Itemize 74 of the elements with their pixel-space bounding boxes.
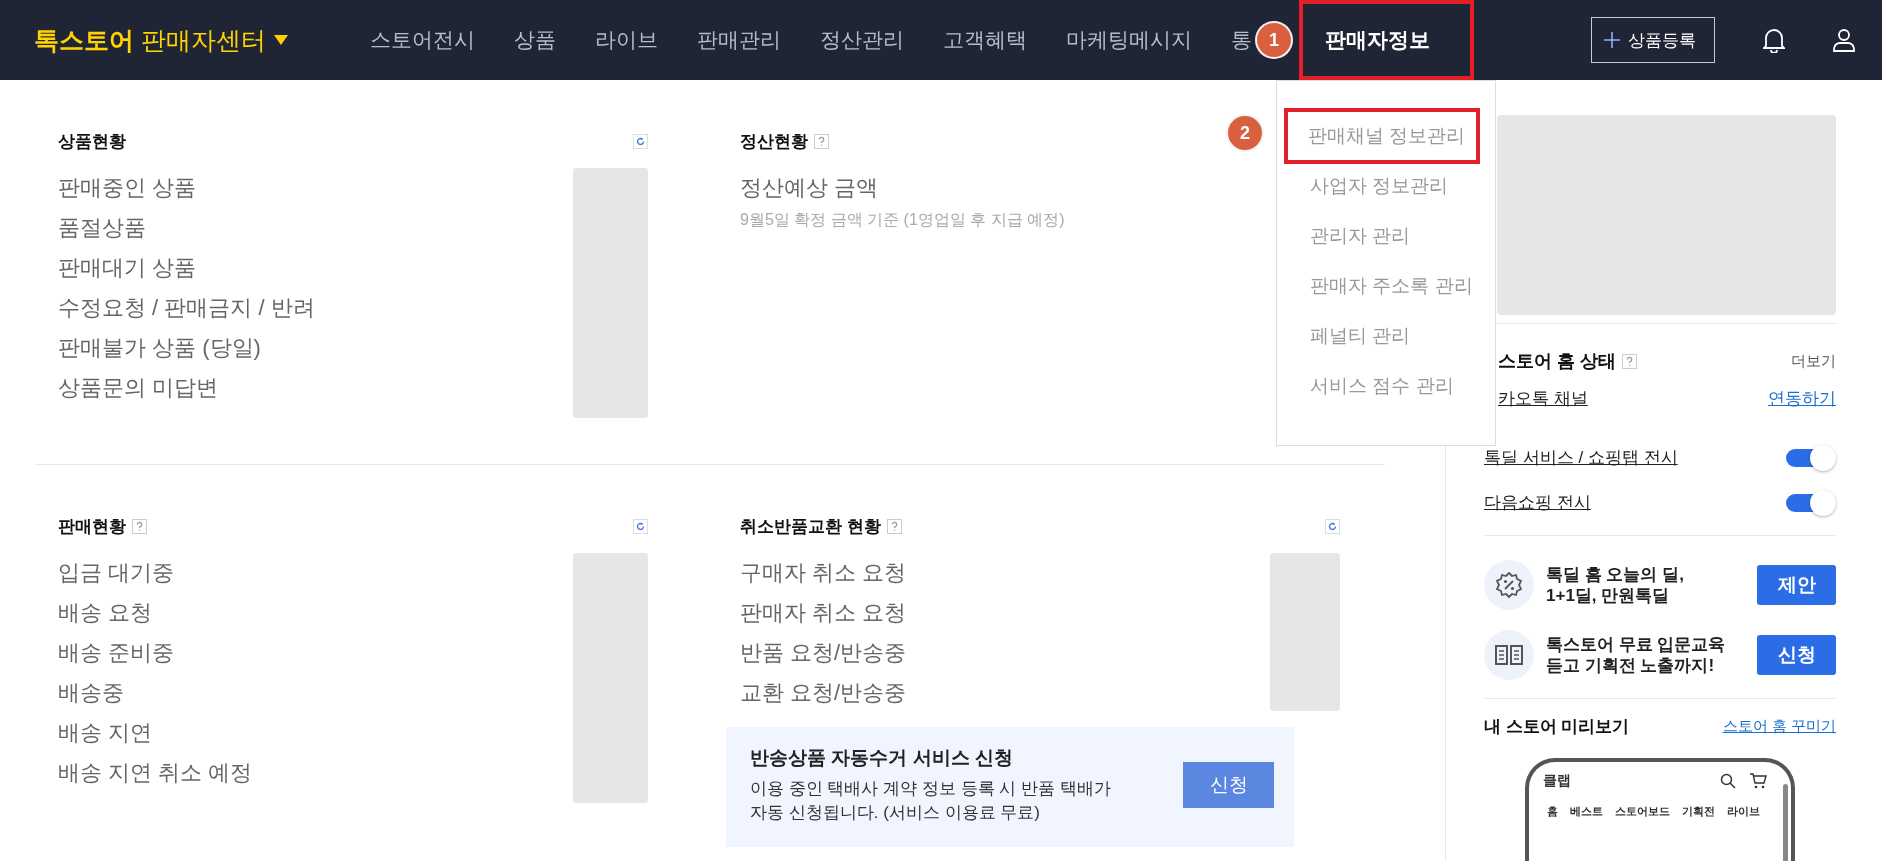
- caret-icon[interactable]: [273, 35, 288, 45]
- setting-label[interactable]: 다음쇼핑 전시: [1484, 491, 1591, 514]
- status-link[interactable]: 입금 대기중: [58, 553, 253, 593]
- nav-tab[interactable]: 판매관리: [697, 26, 781, 54]
- note-text: 9월5일 확정 금액 기준 (1영업일 후 지급 예정): [740, 210, 1065, 230]
- setting-label[interactable]: 카오톡 채널: [1498, 387, 1588, 410]
- section-title: 정산현황: [740, 130, 808, 153]
- section-title: 내 스토어 미리보기: [1484, 716, 1630, 738]
- status-link[interactable]: 배송 요청: [58, 593, 253, 633]
- plus-icon: [1604, 32, 1620, 48]
- search-icon: [1720, 773, 1736, 789]
- setting-label[interactable]: 톡딜 서비스 / 쇼핑탭 전시: [1484, 446, 1678, 469]
- user-icon[interactable]: [1833, 28, 1855, 52]
- status-link[interactable]: 판매자 취소 요청: [740, 593, 907, 633]
- refresh-icon[interactable]: [633, 518, 648, 534]
- book-icon: [1494, 643, 1524, 667]
- register-product-button[interactable]: 상품등록: [1591, 17, 1715, 63]
- status-link[interactable]: 판매중인 상품: [58, 168, 315, 208]
- nav-tab[interactable]: 판매자정보: [1299, 0, 1474, 80]
- status-link[interactable]: 판매대기 상품: [58, 248, 315, 288]
- refresh-icon[interactable]: [1325, 518, 1340, 534]
- nav-tab[interactable]: 스토어전시: [370, 26, 475, 54]
- status-link[interactable]: 배송 지연: [58, 713, 253, 753]
- preview-tab-label: 라이브: [1727, 804, 1760, 819]
- step-badge: 2: [1228, 116, 1262, 150]
- preview-tab-label: 홈: [1547, 804, 1558, 819]
- promo-title: 반송상품 자동수거 서비스 신청: [750, 746, 1014, 770]
- help-icon[interactable]: [132, 518, 147, 534]
- nav-tab[interactable]: 라이브: [595, 26, 658, 54]
- help-icon[interactable]: [1622, 353, 1637, 369]
- step-badge: 1: [1257, 23, 1291, 57]
- nav-tab[interactable]: 상품: [514, 26, 556, 54]
- toggle-switch[interactable]: [1786, 489, 1836, 516]
- status-link[interactable]: 배송중: [58, 673, 253, 713]
- status-link[interactable]: 배송 준비중: [58, 633, 253, 673]
- section-title: 취소반품교환 현황: [740, 515, 881, 538]
- preview-tab-label: 베스트: [1570, 804, 1603, 819]
- nav-tab[interactable]: 통: [1231, 26, 1252, 54]
- preview-tab-label: 스토어보드: [1615, 804, 1670, 819]
- decorate-link[interactable]: 스토어 홈 꾸미기: [1722, 717, 1836, 736]
- status-link[interactable]: 반품 요청/반송중: [740, 633, 907, 673]
- help-icon[interactable]: [814, 133, 829, 149]
- percent-badge-icon: [1494, 570, 1524, 600]
- action-button[interactable]: 신청: [1757, 635, 1836, 675]
- logo[interactable]: 톡스토어 판매자센터: [34, 23, 266, 57]
- toggle-switch[interactable]: [1786, 444, 1836, 471]
- promo-text: 톡스토어 무료 입문교육 듣고 기획전 노출까지!: [1546, 634, 1727, 676]
- connect-link[interactable]: 연동하기: [1768, 387, 1836, 410]
- bell-icon[interactable]: [1763, 27, 1785, 53]
- nav-tab[interactable]: 고객혜택: [943, 26, 1027, 54]
- refresh-icon[interactable]: [633, 133, 648, 149]
- status-link[interactable]: 품절상품: [58, 208, 315, 248]
- status-link[interactable]: 배송 지연 취소 예정: [58, 753, 253, 793]
- status-link[interactable]: 교환 요청/반송중: [740, 673, 907, 713]
- shop-name: 클랩: [1543, 772, 1571, 790]
- nav-tab[interactable]: 마케팅메시지: [1066, 26, 1192, 54]
- status-link[interactable]: 판매불가 상품 (당일): [58, 328, 315, 368]
- status-link[interactable]: 정산예상 금액: [740, 168, 1065, 208]
- status-link[interactable]: 구매자 취소 요청: [740, 553, 907, 593]
- preview-tab-label: 기획전: [1682, 804, 1715, 819]
- apply-button[interactable]: 신청: [1183, 762, 1274, 808]
- action-button[interactable]: 제안: [1757, 565, 1836, 605]
- status-link[interactable]: 수정요청 / 판매금지 / 반려: [58, 288, 315, 328]
- section-title: 판매현황: [58, 515, 126, 538]
- section-title: 스토어 홈 상태: [1498, 350, 1616, 373]
- help-icon[interactable]: [886, 518, 902, 534]
- nav-tab[interactable]: 정산관리: [820, 26, 904, 54]
- more-link[interactable]: 더보기: [1791, 351, 1836, 371]
- promo-text: 톡딜 홈 오늘의 딜, 1+1딜, 만원톡딜: [1546, 564, 1685, 606]
- section-title: 상품현황: [58, 130, 126, 153]
- promo-text: 자동 신청됩니다. (서비스 이용료 무료): [750, 802, 1041, 824]
- promo-text: 이용 중인 택배사 계약 정보 등록 시 반품 택배가: [750, 778, 1111, 800]
- status-link[interactable]: 상품문의 미답변: [58, 368, 315, 408]
- cart-icon: [1750, 773, 1767, 789]
